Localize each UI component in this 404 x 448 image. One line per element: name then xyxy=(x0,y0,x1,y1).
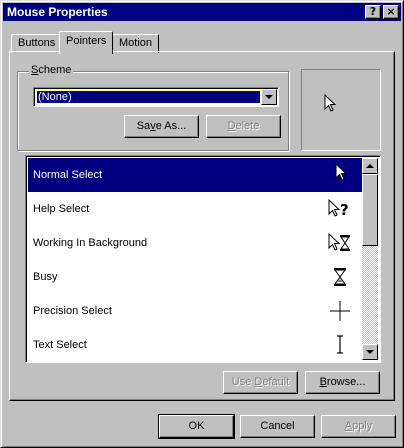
chevron-up-icon xyxy=(366,164,374,168)
pointer-list-rows: Normal Select Help Select ? Working In B… xyxy=(28,158,362,362)
tab-strip: Buttons Pointers Motion xyxy=(11,31,401,54)
scroll-thumb[interactable] xyxy=(362,174,378,246)
use-default-button[interactable]: Use Default xyxy=(223,371,298,394)
tab-buttons-label: Buttons xyxy=(18,37,56,49)
save-as-label-b: e As... xyxy=(155,120,187,132)
list-item-help-select[interactable]: Help Select ? xyxy=(28,192,362,226)
svg-text:?: ? xyxy=(340,201,349,219)
use-default-label-b: efault xyxy=(262,376,290,388)
arrow-cursor-icon xyxy=(335,162,348,181)
crosshair-icon xyxy=(330,301,350,321)
close-icon: × xyxy=(386,5,396,18)
scroll-down-button[interactable] xyxy=(362,344,378,360)
help-icon: ? xyxy=(369,5,377,18)
cancel-button[interactable]: Cancel xyxy=(240,415,315,438)
tab-motion-label: Motion xyxy=(119,37,153,49)
scheme-group-label: Scheme xyxy=(29,64,74,76)
pointer-list[interactable]: Normal Select Help Select ? Working In B… xyxy=(25,155,381,363)
scroll-up-button[interactable] xyxy=(362,158,378,174)
scheme-dropdown-button[interactable] xyxy=(261,89,277,105)
delete-mnemonic: D xyxy=(227,120,236,132)
list-item-busy[interactable]: Busy xyxy=(28,260,362,294)
list-item-label: Busy xyxy=(33,271,58,283)
working-cursor-icon xyxy=(328,232,350,251)
list-item-label: Help Select xyxy=(33,203,90,215)
ibeam-icon xyxy=(337,335,343,354)
apply-mnemonic: A xyxy=(344,420,353,432)
browse-label-b: rowse... xyxy=(326,376,366,388)
use-default-label-a: Use xyxy=(231,376,255,388)
list-item-label: Text Select xyxy=(33,339,87,351)
delete-button[interactable]: Delete xyxy=(206,115,281,138)
list-item-text-select[interactable]: Text Select xyxy=(28,328,362,362)
save-as-button[interactable]: Save As... xyxy=(124,115,199,138)
pointer-list-scrollbar[interactable] xyxy=(362,158,378,360)
scheme-groupbox xyxy=(17,71,289,151)
list-item-normal-select[interactable]: Normal Select xyxy=(28,158,362,192)
ok-label: OK xyxy=(188,420,205,432)
arrow-cursor-icon xyxy=(324,94,337,112)
chevron-down-icon xyxy=(265,95,273,99)
tab-pointers[interactable]: Pointers xyxy=(59,31,114,54)
pointer-preview xyxy=(301,69,381,151)
scheme-select[interactable]: (None) xyxy=(33,87,279,107)
tab-pointers-label: Pointers xyxy=(66,35,107,47)
help-cursor-icon: ? xyxy=(328,198,349,219)
delete-label-b: elete xyxy=(235,120,260,132)
scheme-label-rest: cheme xyxy=(38,64,72,76)
close-button[interactable]: × xyxy=(383,5,399,19)
browse-button[interactable]: Browse... xyxy=(305,371,380,394)
help-button[interactable]: ? xyxy=(365,5,381,19)
hourglass-icon xyxy=(334,268,346,286)
apply-label-b: pply xyxy=(352,420,373,432)
list-item-working-in-background[interactable]: Working In Background xyxy=(28,226,362,260)
title-bar[interactable]: Mouse Properties ? × xyxy=(3,3,401,21)
browse-mnemonic: B xyxy=(319,376,327,388)
chevron-down-icon xyxy=(366,350,374,354)
list-item-label: Normal Select xyxy=(33,169,103,181)
list-item-label: Working In Background xyxy=(33,237,148,249)
apply-button[interactable]: Apply xyxy=(321,415,396,438)
scheme-selected-value: (None) xyxy=(36,90,261,104)
cancel-label: Cancel xyxy=(260,420,295,432)
list-item-precision-select[interactable]: Precision Select xyxy=(28,294,362,328)
save-as-label-a: Sa xyxy=(136,120,151,132)
window-title: Mouse Properties xyxy=(7,5,108,19)
ok-button[interactable]: OK xyxy=(158,414,235,439)
mouse-properties-window: Mouse Properties ? × Buttons Pointers Mo… xyxy=(0,0,404,448)
list-item-label: Precision Select xyxy=(33,305,112,317)
